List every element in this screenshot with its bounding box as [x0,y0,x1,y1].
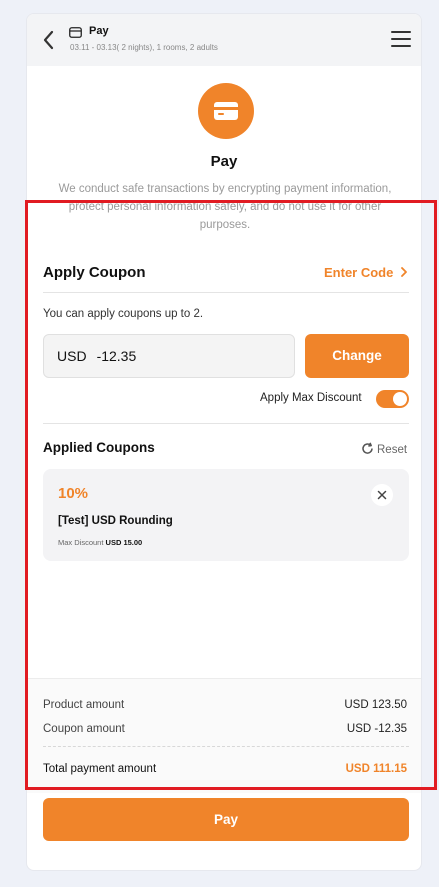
highlight-annotation-box [25,200,437,790]
card-icon [69,27,82,38]
back-arrow-icon[interactable] [41,29,57,51]
pay-button[interactable]: Pay [43,798,409,841]
hamburger-menu-icon[interactable] [391,31,411,47]
header: Pay 03.11 - 03.13( 2 nights), 1 rooms, 2… [27,14,421,66]
header-subtitle: 03.11 - 03.13( 2 nights), 1 rooms, 2 adu… [70,43,218,52]
header-title: Pay [89,25,109,37]
payment-card-icon [198,83,254,139]
page-title: Pay [210,153,238,170]
